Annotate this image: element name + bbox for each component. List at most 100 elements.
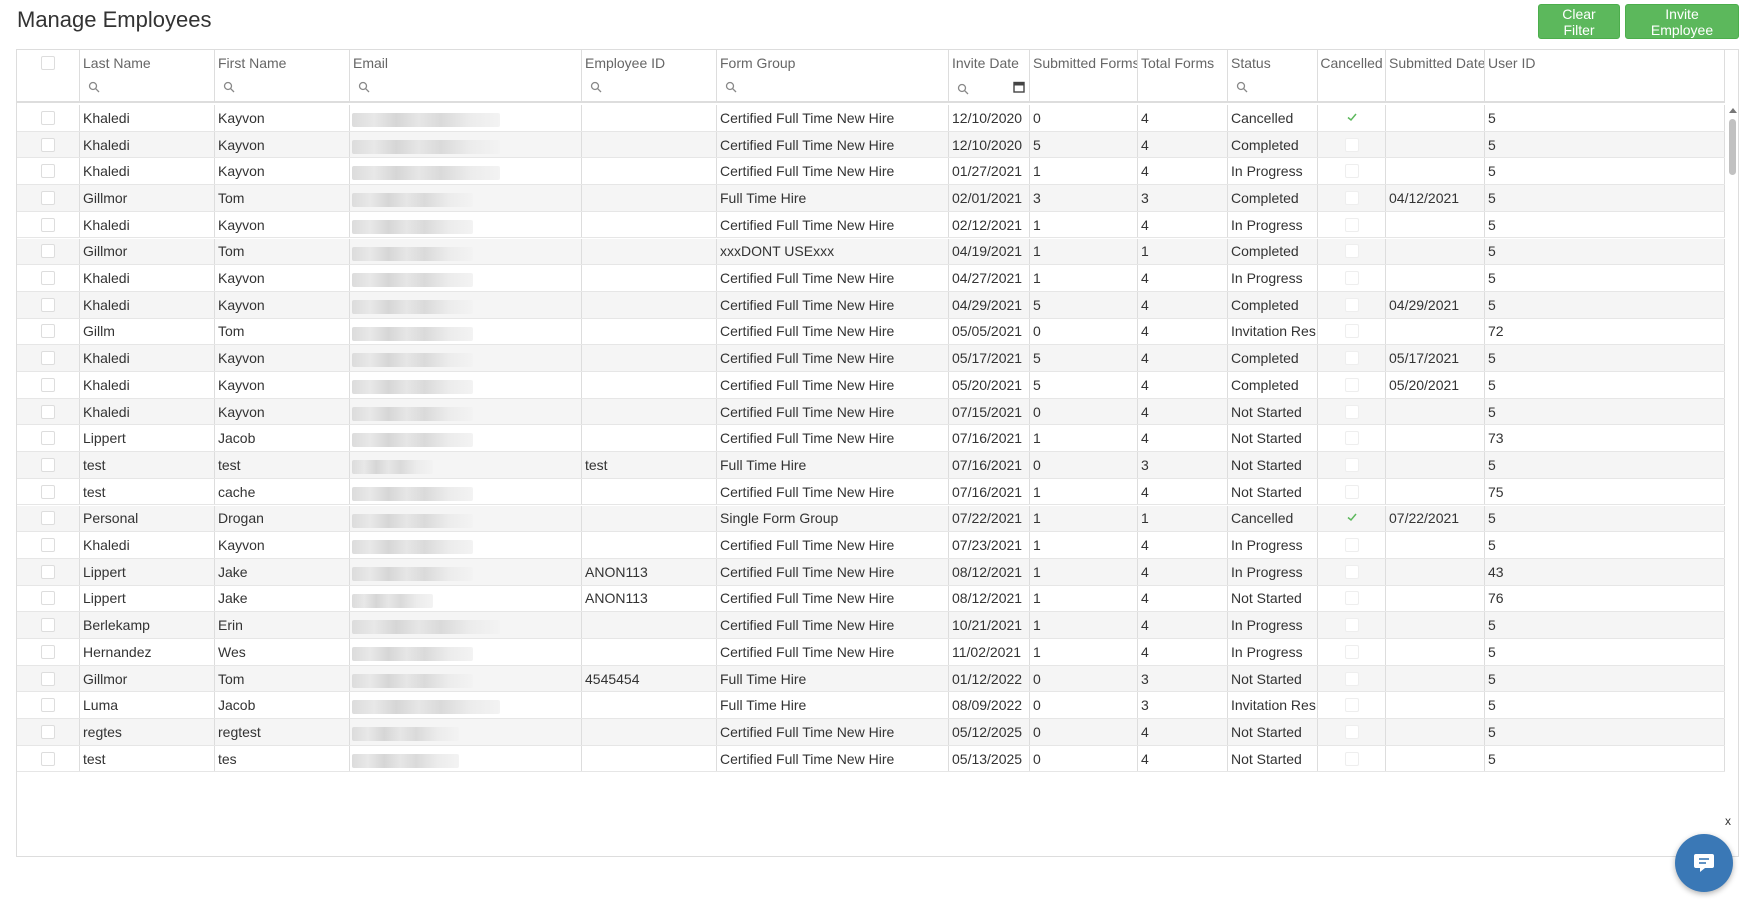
row-select-cell[interactable]	[17, 211, 80, 238]
row-checkbox[interactable]	[41, 591, 55, 606]
row-checkbox[interactable]	[41, 538, 55, 553]
table-row[interactable]: Khaledi Kayvon Certified Full Time New Hir…	[17, 158, 1725, 186]
filter-submitted-forms[interactable]	[1030, 73, 1138, 101]
header-email[interactable]: Email	[350, 50, 582, 73]
row-select-cell[interactable]	[17, 185, 80, 211]
filter-email[interactable]	[350, 73, 582, 101]
row-checkbox[interactable]	[41, 217, 55, 232]
scrollbar-thumb[interactable]	[1729, 119, 1736, 175]
filter-submitted-date[interactable]	[1386, 73, 1485, 101]
header-cancelled[interactable]: Cancelled	[1318, 50, 1386, 73]
row-checkbox[interactable]	[41, 644, 55, 659]
row-select-cell[interactable]	[17, 105, 80, 131]
table-row[interactable]: Gillm Tom Certified Full Time New Hire 05/0…	[17, 318, 1725, 346]
header-first-name[interactable]: First Name	[215, 50, 350, 73]
row-select-cell[interactable]	[17, 265, 80, 291]
header-last-name[interactable]: Last Name	[80, 50, 215, 73]
table-row[interactable]: Lippert Jake ANON113 Certified Full Time Ne…	[17, 558, 1725, 586]
table-row[interactable]: Khaledi Kayvon Certified Full Time New Hir…	[17, 398, 1725, 426]
filter-form-group[interactable]	[717, 73, 949, 101]
table-row[interactable]: Gillmor Tom 4545454 Full Time Hire 01/12/202…	[17, 665, 1725, 693]
row-checkbox[interactable]	[41, 190, 55, 205]
row-select-cell[interactable]	[17, 665, 80, 692]
table-row[interactable]: Personal Drogan Single Form Group 07/22/202…	[17, 505, 1725, 533]
calendar-icon[interactable]	[1013, 81, 1025, 93]
row-select-cell[interactable]	[17, 398, 80, 425]
row-select-cell[interactable]	[17, 425, 80, 452]
vertical-scrollbar[interactable]	[1725, 105, 1738, 856]
row-select-cell[interactable]	[17, 692, 80, 719]
row-select-cell[interactable]	[17, 585, 80, 612]
table-row[interactable]: Berlekamp Erin Certified Full Time New Hir…	[17, 612, 1725, 639]
row-checkbox[interactable]	[41, 431, 55, 446]
table-row[interactable]: Khaledi Kayvon Certified Full Time New Hir…	[17, 211, 1725, 239]
table-row[interactable]: Luma Jacob Full Time Hire 08/09/2022 0 3 Invit…	[17, 692, 1725, 720]
row-checkbox[interactable]	[41, 671, 55, 686]
header-total-forms[interactable]: Total Forms	[1138, 50, 1228, 73]
row-select-cell[interactable]	[17, 719, 80, 745]
filter-status[interactable]	[1228, 73, 1318, 101]
header-invite-date[interactable]: Invite Date	[949, 50, 1030, 73]
row-checkbox[interactable]	[41, 110, 55, 125]
table-row[interactable]: Khaledi Kayvon Certified Full Time New Hir…	[17, 291, 1725, 319]
row-checkbox[interactable]	[41, 618, 55, 633]
row-select-cell[interactable]	[17, 158, 80, 185]
table-row[interactable]: Lippert Jake ANON113 Certified Full Time Ne…	[17, 585, 1725, 613]
table-row[interactable]: Lippert Jacob Certified Full Time New Hire…	[17, 425, 1725, 453]
filter-last-name[interactable]	[80, 73, 215, 101]
invite-employee-button[interactable]: Invite Employee	[1625, 4, 1739, 39]
table-row[interactable]: test tes Certified Full Time New Hire 05/13…	[17, 745, 1725, 773]
row-select-cell[interactable]	[17, 452, 80, 478]
row-select-cell[interactable]	[17, 558, 80, 585]
row-checkbox[interactable]	[41, 297, 55, 312]
row-checkbox[interactable]	[41, 724, 55, 739]
table-row[interactable]: Hernandez Wes Certified Full Time New Hire…	[17, 639, 1725, 666]
header-submitted-forms[interactable]: Submitted Forms	[1030, 50, 1138, 73]
filter-first-name[interactable]	[215, 73, 350, 101]
row-checkbox[interactable]	[41, 511, 55, 526]
filter-user-id[interactable]	[1485, 73, 1725, 101]
filter-total-forms[interactable]	[1138, 73, 1228, 101]
row-select-cell[interactable]	[17, 238, 80, 265]
table-row[interactable]: Khaledi Kayvon Certified Full Time New Hir…	[17, 131, 1725, 159]
row-select-cell[interactable]	[17, 745, 80, 772]
row-checkbox[interactable]	[41, 137, 55, 152]
filter-cancelled[interactable]	[1318, 73, 1386, 101]
table-row[interactable]: regtes regtest Certified Full Time New Hir…	[17, 719, 1725, 746]
row-checkbox[interactable]	[41, 698, 55, 713]
chat-button[interactable]	[1675, 834, 1733, 892]
chat-close-button[interactable]: x	[1725, 814, 1731, 828]
scroll-up-arrow-icon[interactable]	[1729, 108, 1737, 113]
row-select-cell[interactable]	[17, 639, 80, 665]
row-checkbox[interactable]	[41, 404, 55, 419]
row-checkbox[interactable]	[41, 271, 55, 286]
header-employee-id[interactable]: Employee ID	[582, 50, 717, 73]
table-row[interactable]: Gillmor Tom Full Time Hire 02/01/2021 3 3 Comp…	[17, 185, 1725, 212]
row-select-cell[interactable]	[17, 291, 80, 318]
header-select-all[interactable]	[17, 50, 80, 73]
row-checkbox[interactable]	[41, 751, 55, 766]
row-checkbox[interactable]	[41, 457, 55, 472]
row-checkbox[interactable]	[41, 484, 55, 499]
table-row[interactable]: Khaledi Kayvon Certified Full Time New Hir…	[17, 532, 1725, 559]
header-form-group[interactable]: Form Group	[717, 50, 949, 73]
row-select-cell[interactable]	[17, 532, 80, 558]
row-select-cell[interactable]	[17, 505, 80, 532]
row-checkbox[interactable]	[41, 351, 55, 366]
table-row[interactable]: Gillmor Tom xxxDONT USExxx 04/19/2021 1 1 Comp…	[17, 238, 1725, 266]
table-row[interactable]: Khaledi Kayvon Certified Full Time New Hir…	[17, 372, 1725, 399]
row-checkbox[interactable]	[41, 377, 55, 392]
row-select-cell[interactable]	[17, 131, 80, 158]
header-status[interactable]: Status	[1228, 50, 1318, 73]
row-select-cell[interactable]	[17, 478, 80, 505]
table-row[interactable]: test cache Certified Full Time New Hire 07/…	[17, 478, 1725, 506]
clear-filter-button[interactable]: Clear Filter	[1538, 4, 1620, 39]
row-checkbox[interactable]	[41, 164, 55, 179]
row-select-cell[interactable]	[17, 318, 80, 345]
select-all-checkbox[interactable]	[41, 55, 55, 70]
table-row[interactable]: Khaledi Kayvon Certified Full Time New Hir…	[17, 105, 1725, 132]
row-select-cell[interactable]	[17, 345, 80, 371]
row-select-cell[interactable]	[17, 612, 80, 638]
filter-invite-date[interactable]	[949, 73, 1030, 101]
table-row[interactable]: Khaledi Kayvon Certified Full Time New Hir…	[17, 265, 1725, 292]
